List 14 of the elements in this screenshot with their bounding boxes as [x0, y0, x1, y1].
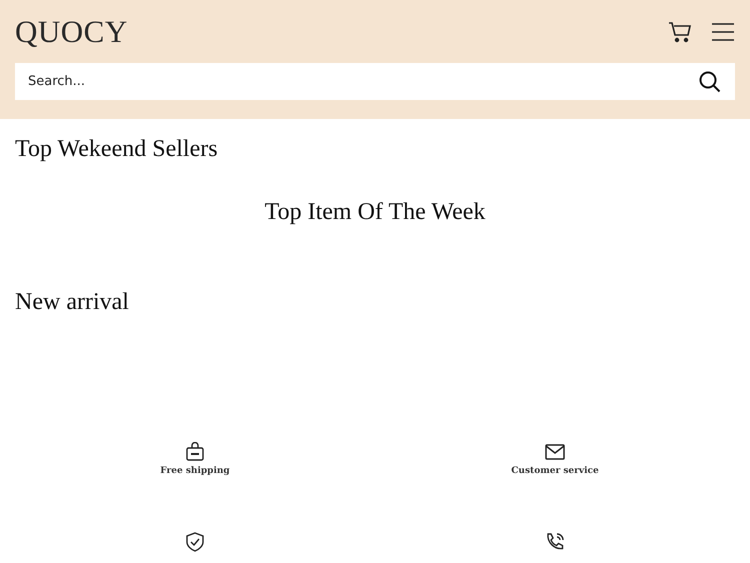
- bag-icon: [185, 442, 205, 462]
- phone-icon: [545, 532, 565, 552]
- feature-label: Free shipping: [160, 466, 230, 476]
- section-heading: New arrival: [14, 288, 130, 316]
- search-field[interactable]: Search...: [15, 63, 735, 100]
- shield-icon: [186, 532, 204, 552]
- mail-icon: [545, 442, 565, 462]
- logo[interactable]: QUOCY: [15, 14, 128, 50]
- search-icon[interactable]: [699, 71, 721, 93]
- section-heading: Top Wekeend Sellers: [14, 135, 219, 163]
- cart-icon[interactable]: [668, 21, 692, 43]
- menu-icon[interactable]: [712, 23, 734, 41]
- feature-label: Customer service: [511, 466, 599, 476]
- section-heading: Top Item Of The Week: [264, 198, 486, 226]
